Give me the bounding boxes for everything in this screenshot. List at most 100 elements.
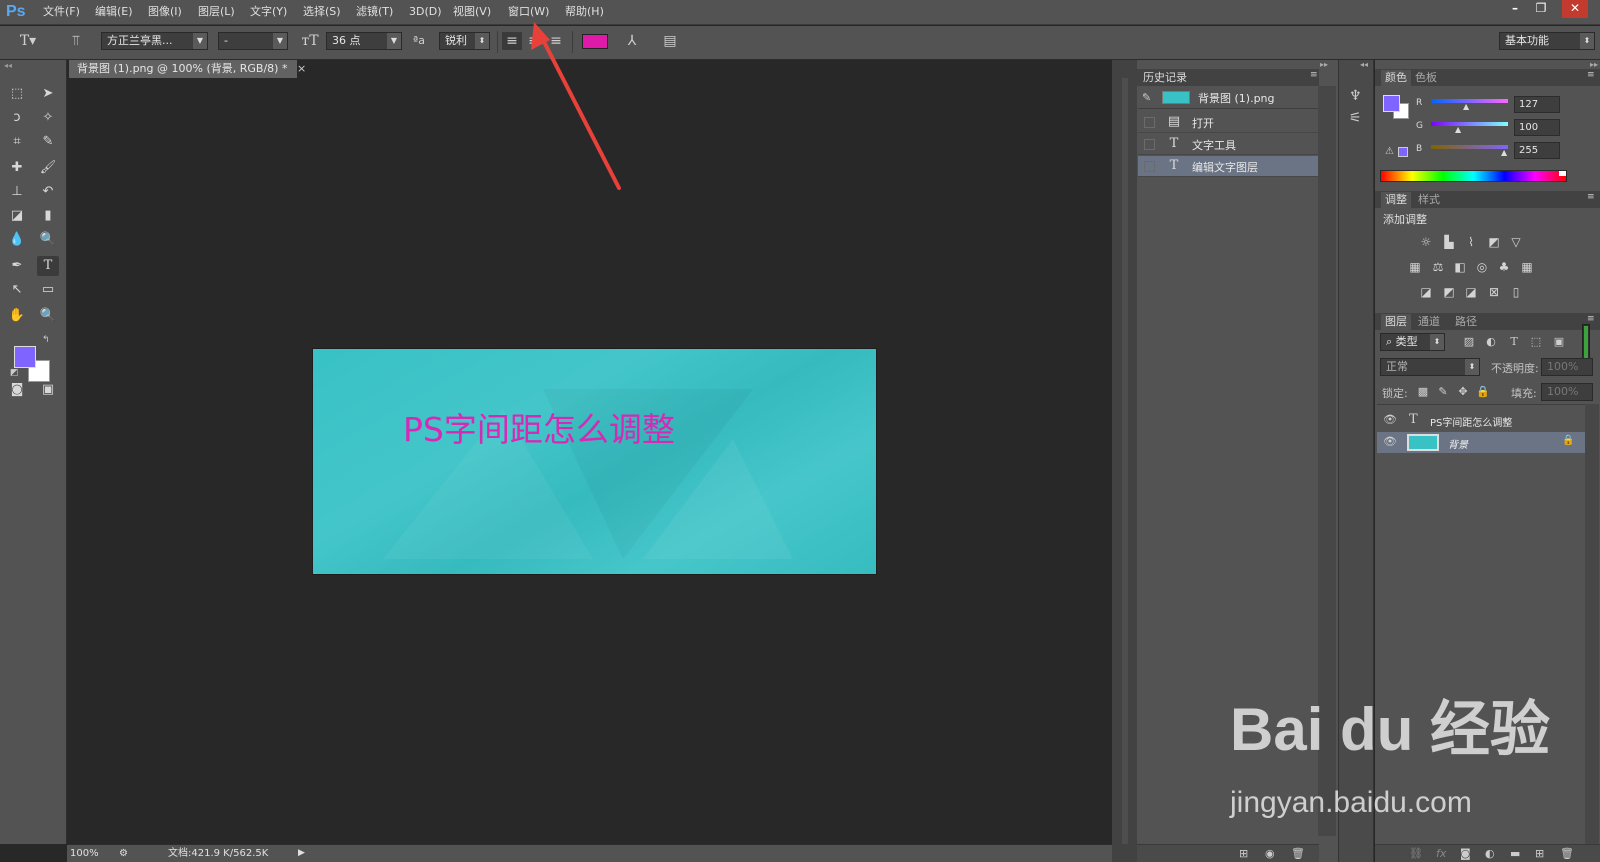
- document-image[interactable]: [313, 349, 876, 574]
- checkbox[interactable]: [1144, 139, 1155, 150]
- tab-channels[interactable]: 通道: [1418, 314, 1440, 330]
- panel-menu-icon[interactable]: ≡: [1587, 192, 1595, 202]
- history-brush-tool-icon[interactable]: ↶: [37, 182, 59, 202]
- color-lookup-icon[interactable]: ▦: [1519, 260, 1535, 274]
- lasso-tool-icon[interactable]: ↄ: [6, 108, 28, 128]
- tab-paths[interactable]: 路径: [1455, 314, 1477, 330]
- status-info-icon[interactable]: ⚙: [119, 845, 128, 862]
- menu-filter[interactable]: 滤镜(T): [356, 5, 393, 19]
- blur-tool-icon[interactable]: 💧: [6, 230, 28, 250]
- panel-menu-icon[interactable]: ≡: [1310, 70, 1318, 80]
- menu-window[interactable]: 窗口(W): [508, 5, 549, 19]
- default-colors-icon[interactable]: ◩: [10, 368, 19, 378]
- photo-filter-icon[interactable]: ◎: [1474, 260, 1490, 274]
- crop-tool-icon[interactable]: ⌗: [6, 132, 28, 152]
- zoom-level[interactable]: 100%: [70, 845, 99, 862]
- layer-row-selected[interactable]: 👁 背景 🔒: [1377, 432, 1585, 453]
- font-style-select[interactable]: - ▼: [218, 32, 288, 50]
- checkbox[interactable]: [1144, 161, 1155, 172]
- type-tool-icon[interactable]: T▾: [18, 32, 38, 50]
- history-item[interactable]: T 文字工具: [1138, 134, 1318, 155]
- filter-type-icon[interactable]: T: [1506, 335, 1522, 349]
- foreground-color-swatch-top[interactable]: [14, 346, 36, 368]
- magic-wand-tool-icon[interactable]: ✧: [37, 108, 59, 128]
- new-group-icon[interactable]: ▬: [1510, 847, 1520, 860]
- gradient-tool-icon[interactable]: ▮: [37, 206, 59, 226]
- path-selection-tool-icon[interactable]: ↖: [6, 280, 28, 300]
- marquee-tool-icon[interactable]: ⬚: [6, 84, 28, 104]
- selective-color-icon[interactable]: ⊠: [1486, 285, 1502, 299]
- g-slider[interactable]: [1431, 122, 1508, 126]
- lock-transparency-icon[interactable]: ▩: [1415, 385, 1431, 399]
- history-item[interactable]: ▤ 打开: [1138, 112, 1318, 133]
- menu-help[interactable]: 帮助(H): [565, 5, 604, 19]
- workspace-select[interactable]: 基本功能 ⬍: [1499, 32, 1595, 50]
- r-value-field[interactable]: 127: [1514, 96, 1560, 113]
- g-slider-handle[interactable]: ▲: [1455, 125, 1461, 134]
- lock-all-icon[interactable]: 🔒: [1475, 385, 1491, 399]
- camera-icon[interactable]: ◉: [1265, 847, 1275, 860]
- healing-brush-tool-icon[interactable]: ✚: [6, 158, 28, 178]
- menu-edit[interactable]: 编辑(E): [95, 5, 133, 19]
- brush-tool-icon[interactable]: 🖌: [37, 158, 59, 178]
- restore-button[interactable]: ❐: [1528, 0, 1554, 18]
- quick-mask-icon[interactable]: ◙: [6, 380, 28, 400]
- new-layer-icon[interactable]: ⊞: [1535, 847, 1544, 860]
- filter-adjustment-icon[interactable]: ◐: [1483, 335, 1499, 349]
- brush-preset-icon[interactable]: ♆: [1349, 88, 1362, 104]
- new-document-icon[interactable]: ⊞: [1239, 847, 1248, 860]
- g-value-field[interactable]: 100: [1514, 119, 1560, 136]
- close-button[interactable]: ✕: [1562, 0, 1588, 18]
- foreground-color-chip[interactable]: [1383, 95, 1400, 112]
- channel-mixer-icon[interactable]: ♣: [1496, 260, 1512, 274]
- b-slider[interactable]: [1431, 145, 1508, 149]
- dodge-tool-icon[interactable]: 🔍: [37, 230, 59, 250]
- close-icon[interactable]: ×: [297, 62, 306, 75]
- text-orientation-icon[interactable]: ⫪: [66, 32, 86, 50]
- trash-icon[interactable]: 🗑: [1560, 847, 1574, 860]
- eraser-tool-icon[interactable]: ◪: [6, 206, 28, 226]
- white-chip[interactable]: [1559, 171, 1566, 176]
- color-spectrum[interactable]: [1380, 170, 1567, 182]
- menu-image[interactable]: 图像(I): [148, 5, 182, 19]
- panel-menu-icon[interactable]: ≡: [1587, 70, 1595, 80]
- font-family-select[interactable]: 方正兰亭黑... ▼: [101, 32, 208, 50]
- lock-position-icon[interactable]: ✥: [1455, 385, 1471, 399]
- history-item-selected[interactable]: T 编辑文字图层: [1138, 156, 1318, 177]
- link-layers-icon[interactable]: ⛓: [1409, 847, 1423, 860]
- tab-adjustments[interactable]: 调整: [1381, 192, 1411, 208]
- r-slider[interactable]: [1431, 99, 1508, 103]
- filter-shape-icon[interactable]: ⬚: [1528, 335, 1544, 349]
- vibrance-icon[interactable]: ▽: [1508, 235, 1524, 249]
- add-mask-icon[interactable]: ◙: [1460, 847, 1471, 860]
- scrollbar-track[interactable]: [1122, 78, 1128, 844]
- layer-filter-select[interactable]: ⌕ 类型 ⬍: [1380, 333, 1445, 351]
- expand-icon[interactable]: ▸▸: [1320, 60, 1328, 69]
- hue-saturation-icon[interactable]: ▦: [1407, 260, 1423, 274]
- levels-icon[interactable]: ▙: [1441, 235, 1457, 249]
- color-balance-icon[interactable]: ⚖: [1430, 260, 1446, 274]
- b-value-field[interactable]: 255: [1514, 142, 1560, 159]
- fx-icon[interactable]: fx: [1436, 847, 1446, 860]
- filter-smart-object-icon[interactable]: ▣: [1551, 335, 1567, 349]
- document-tab[interactable]: 背景图 (1).png @ 100% (背景, RGB/8) * ×: [69, 60, 306, 78]
- screen-mode-icon[interactable]: ▣: [37, 380, 59, 400]
- new-adjustment-layer-icon[interactable]: ◐: [1485, 847, 1495, 860]
- blend-mode-select[interactable]: 正常 ⬍: [1380, 358, 1480, 376]
- type-tool-icon[interactable]: T: [37, 256, 59, 276]
- history-snapshot[interactable]: ✎ 背景图 (1).png: [1138, 87, 1318, 109]
- black-white-icon[interactable]: ◧: [1452, 260, 1468, 274]
- menu-type[interactable]: 文字(Y): [250, 5, 287, 19]
- web-safe-color-chip[interactable]: [1398, 147, 1408, 157]
- trash-icon[interactable]: 🗑: [1291, 847, 1305, 860]
- expand-icon[interactable]: ▸▸: [1590, 60, 1598, 69]
- pen-tool-icon[interactable]: ✒: [6, 256, 28, 276]
- posterize-icon[interactable]: ◩: [1441, 285, 1457, 299]
- tab-history[interactable]: 历史记录: [1143, 70, 1187, 86]
- menu-view[interactable]: 视图(V): [453, 5, 491, 19]
- hand-tool-icon[interactable]: ✋: [6, 306, 28, 326]
- threshold-icon[interactable]: ◪: [1463, 285, 1479, 299]
- lock-pixels-icon[interactable]: ✎: [1435, 385, 1451, 399]
- tab-styles[interactable]: 样式: [1418, 192, 1440, 208]
- checkbox[interactable]: [1144, 117, 1155, 128]
